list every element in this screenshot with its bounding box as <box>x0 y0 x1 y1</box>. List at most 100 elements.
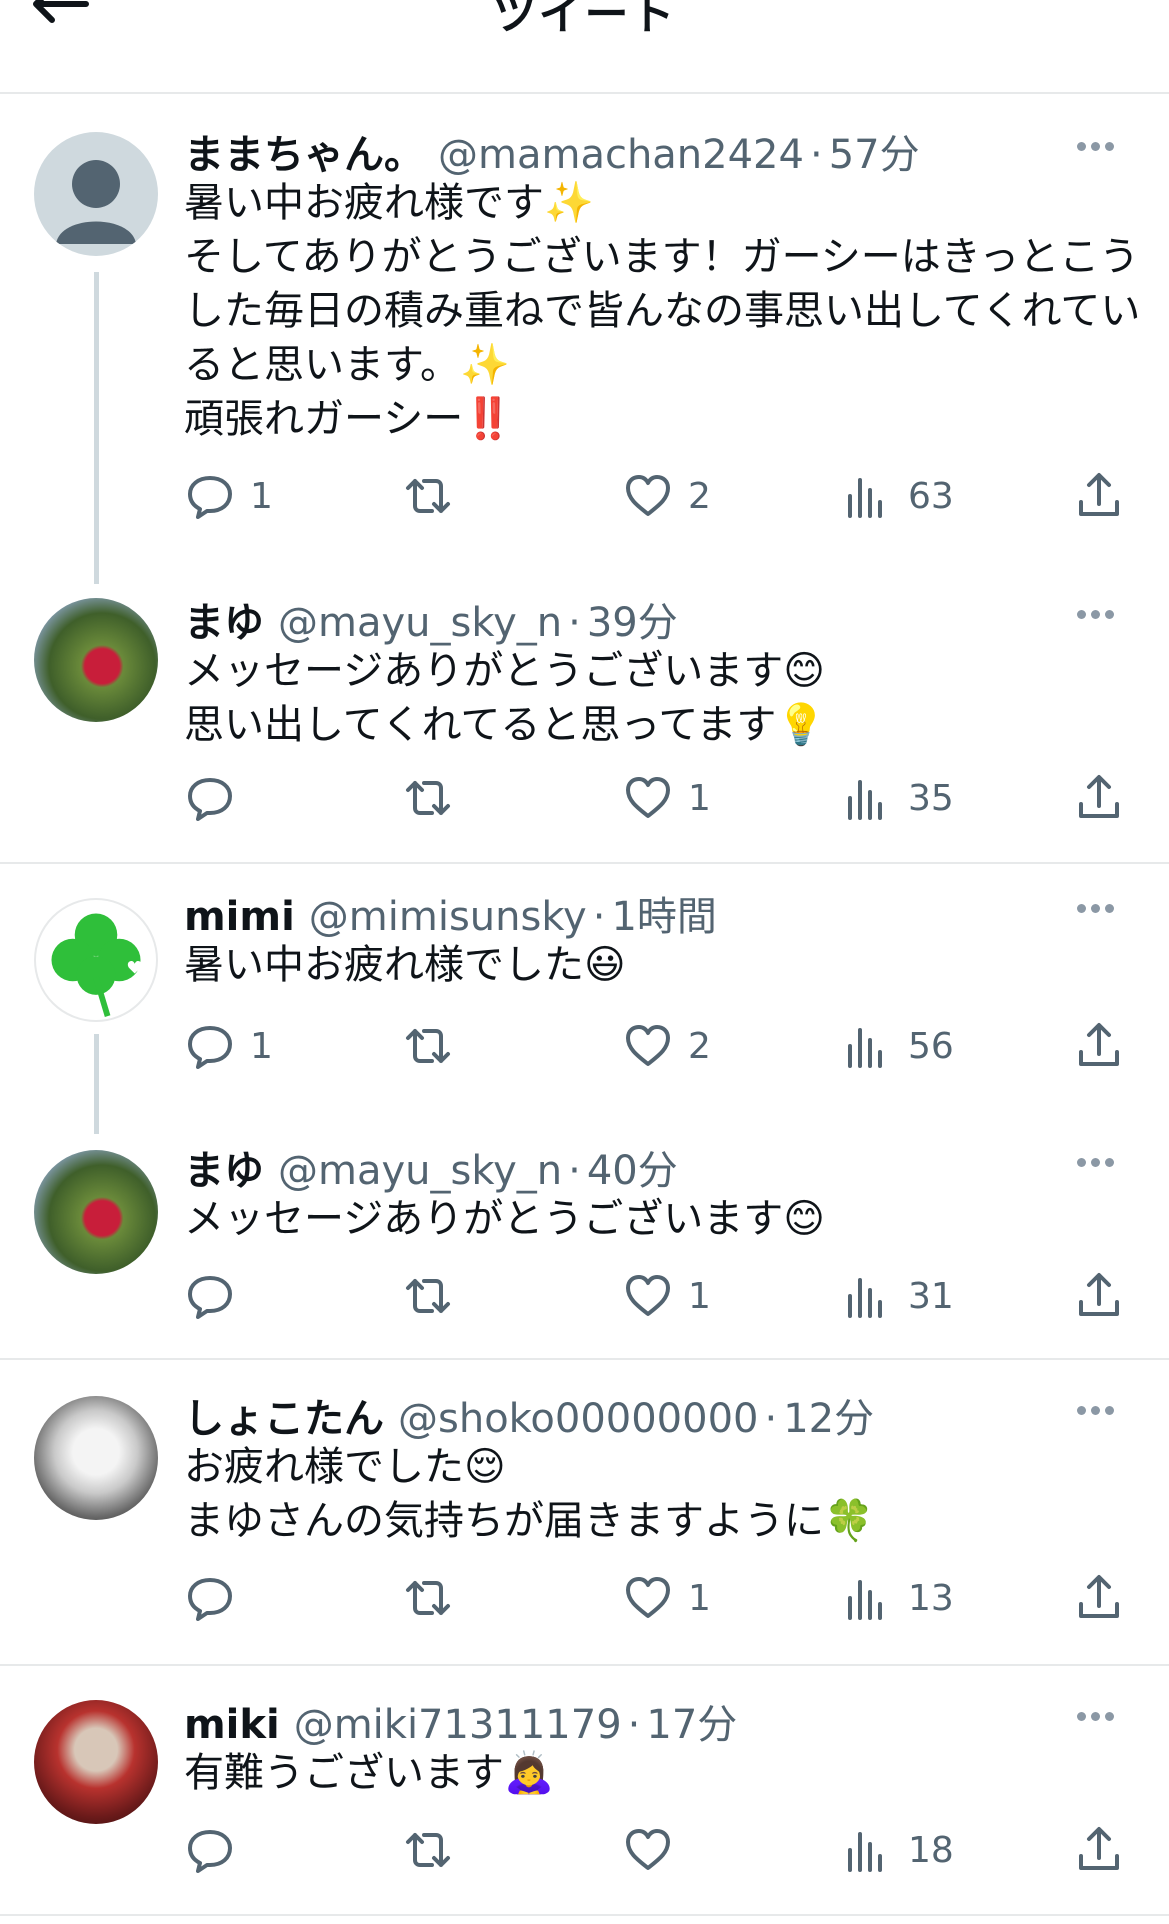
reply-button[interactable] <box>184 1820 250 1880</box>
views-button[interactable]: 35 <box>842 768 954 828</box>
tweet-line: 暑い中お疲れ様でした😃 <box>184 942 626 988</box>
views-button[interactable]: 13 <box>842 1568 954 1628</box>
tweet[interactable]: しょこたん @shoko00000000 · 12分 お疲れ様でした😌 まゆさん… <box>0 1362 1169 1662</box>
handle[interactable]: @mayu_sky_n <box>278 600 562 646</box>
view-count: 63 <box>908 475 954 517</box>
views-icon <box>848 1028 882 1068</box>
reply-icon <box>188 778 232 821</box>
retweet-button[interactable] <box>402 1820 468 1880</box>
more-button[interactable] <box>1077 136 1125 156</box>
action-bar: 1 13 <box>184 1568 1125 1628</box>
like-button[interactable] <box>622 1820 688 1880</box>
more-button[interactable] <box>1077 604 1125 624</box>
top-bar: ツイート <box>0 0 1169 94</box>
timestamp[interactable]: 1時間 <box>611 884 716 942</box>
action-bar: 1 2 63 <box>184 466 1125 526</box>
retweet-icon <box>406 1581 450 1615</box>
like-button[interactable]: 1 <box>622 1266 711 1326</box>
retweet-button[interactable] <box>402 466 468 526</box>
retweet-icon <box>406 1279 450 1313</box>
reply-button[interactable]: 1 <box>184 466 273 526</box>
share-button[interactable] <box>1073 1568 1125 1628</box>
avatar[interactable] <box>34 1396 158 1520</box>
reply-button[interactable] <box>184 1266 250 1326</box>
retweet-button[interactable] <box>402 1266 468 1326</box>
divider <box>0 1358 1169 1360</box>
default-avatar-icon <box>56 160 136 244</box>
handle[interactable]: @shoko00000000 <box>398 1396 758 1442</box>
reply-button[interactable] <box>184 1568 250 1628</box>
share-icon <box>1079 1023 1119 1066</box>
more-button[interactable] <box>1077 1152 1125 1172</box>
handle[interactable]: @mamachan2424 <box>438 132 804 178</box>
display-name[interactable]: mimi <box>184 894 295 940</box>
like-button[interactable]: 1 <box>622 768 711 828</box>
more-button[interactable] <box>1077 1400 1125 1420</box>
display-name[interactable]: ままちゃん。 <box>184 122 424 180</box>
views-icon <box>848 478 882 518</box>
avatar[interactable] <box>34 132 158 256</box>
timestamp[interactable]: 39分 <box>587 590 678 648</box>
reply-icon <box>188 476 232 519</box>
display-name[interactable]: miki <box>184 1702 280 1748</box>
more-button[interactable] <box>1077 898 1125 918</box>
views-button[interactable]: 31 <box>842 1266 954 1326</box>
like-count: 1 <box>688 1577 711 1619</box>
share-button[interactable] <box>1073 768 1125 828</box>
share-button[interactable] <box>1073 1266 1125 1326</box>
display-name[interactable]: しょこたん <box>184 1386 384 1444</box>
like-button[interactable]: 2 <box>622 466 711 526</box>
like-icon <box>626 1577 670 1618</box>
retweet-button[interactable] <box>402 768 468 828</box>
tweet-text: 有難うございます🙇‍♀️ <box>184 1746 1125 1800</box>
separator: · <box>568 600 581 646</box>
tweet[interactable]: まゆ @mayu_sky_n · 39分 メッセージありがとうございます😊 思い… <box>0 570 1169 860</box>
views-button[interactable]: 18 <box>842 1820 954 1880</box>
tweet-line: メッセージありがとうございます😊 <box>184 648 825 694</box>
like-button[interactable]: 1 <box>622 1568 711 1628</box>
action-bar: 1 31 <box>184 1266 1125 1326</box>
timestamp[interactable]: 57分 <box>829 122 920 180</box>
display-name[interactable]: まゆ <box>184 590 264 648</box>
handle[interactable]: @miki71311179 <box>294 1702 622 1748</box>
clover-icon <box>51 913 142 1017</box>
action-bar: 18 <box>184 1820 1125 1880</box>
tweet[interactable]: まゆ @mayu_sky_n · 40分 メッセージありがとうございます😊 1 … <box>0 1120 1169 1350</box>
tweet[interactable]: miki @miki71311179 · 17分 有難うございます🙇‍♀️ 18 <box>0 1668 1169 1918</box>
avatar[interactable] <box>34 1150 158 1274</box>
avatar[interactable] <box>34 598 158 722</box>
tweet[interactable]: mimi @mimisunsky · 1時間 暑い中お疲れ様でした😃 1 2 5… <box>0 866 1169 1106</box>
retweet-button[interactable] <box>402 1016 468 1076</box>
display-name[interactable]: まゆ <box>184 1138 264 1196</box>
retweet-button[interactable] <box>402 1568 468 1628</box>
reply-button[interactable] <box>184 768 250 828</box>
tweet[interactable]: ままちゃん。 @mamachan2424 · 57分 暑い中お疲れ様です✨ そし… <box>0 96 1169 556</box>
share-button[interactable] <box>1073 1820 1125 1880</box>
tweet-line: まゆさんの気持ちが届きますように🍀 <box>184 1498 874 1544</box>
retweet-icon <box>406 1833 450 1867</box>
page-title: ツイート <box>492 0 677 40</box>
share-button[interactable] <box>1073 466 1125 526</box>
like-count: 1 <box>688 1275 711 1317</box>
views-button[interactable]: 56 <box>842 1016 954 1076</box>
more-icon <box>1077 610 1086 619</box>
tweet-line: した毎日の積み重ねで皆んなの事思い出してくれてい <box>184 288 1141 334</box>
timestamp[interactable]: 12分 <box>783 1386 874 1444</box>
more-button[interactable] <box>1077 1706 1125 1726</box>
views-button[interactable]: 63 <box>842 466 954 526</box>
reply-icon <box>188 1026 232 1069</box>
like-button[interactable]: 2 <box>622 1016 711 1076</box>
handle[interactable]: @mimisunsky <box>309 894 587 940</box>
timestamp[interactable]: 40分 <box>587 1138 678 1196</box>
share-button[interactable] <box>1073 1016 1125 1076</box>
like-icon <box>626 1275 670 1316</box>
like-count: 1 <box>688 777 711 819</box>
handle[interactable]: @mayu_sky_n <box>278 1148 562 1194</box>
avatar[interactable] <box>34 898 158 1022</box>
more-icon <box>1077 904 1086 913</box>
reply-button[interactable]: 1 <box>184 1016 273 1076</box>
more-icon <box>1077 1712 1086 1721</box>
timestamp[interactable]: 17分 <box>646 1692 737 1750</box>
avatar[interactable] <box>34 1700 158 1824</box>
share-icon <box>1079 1575 1119 1618</box>
